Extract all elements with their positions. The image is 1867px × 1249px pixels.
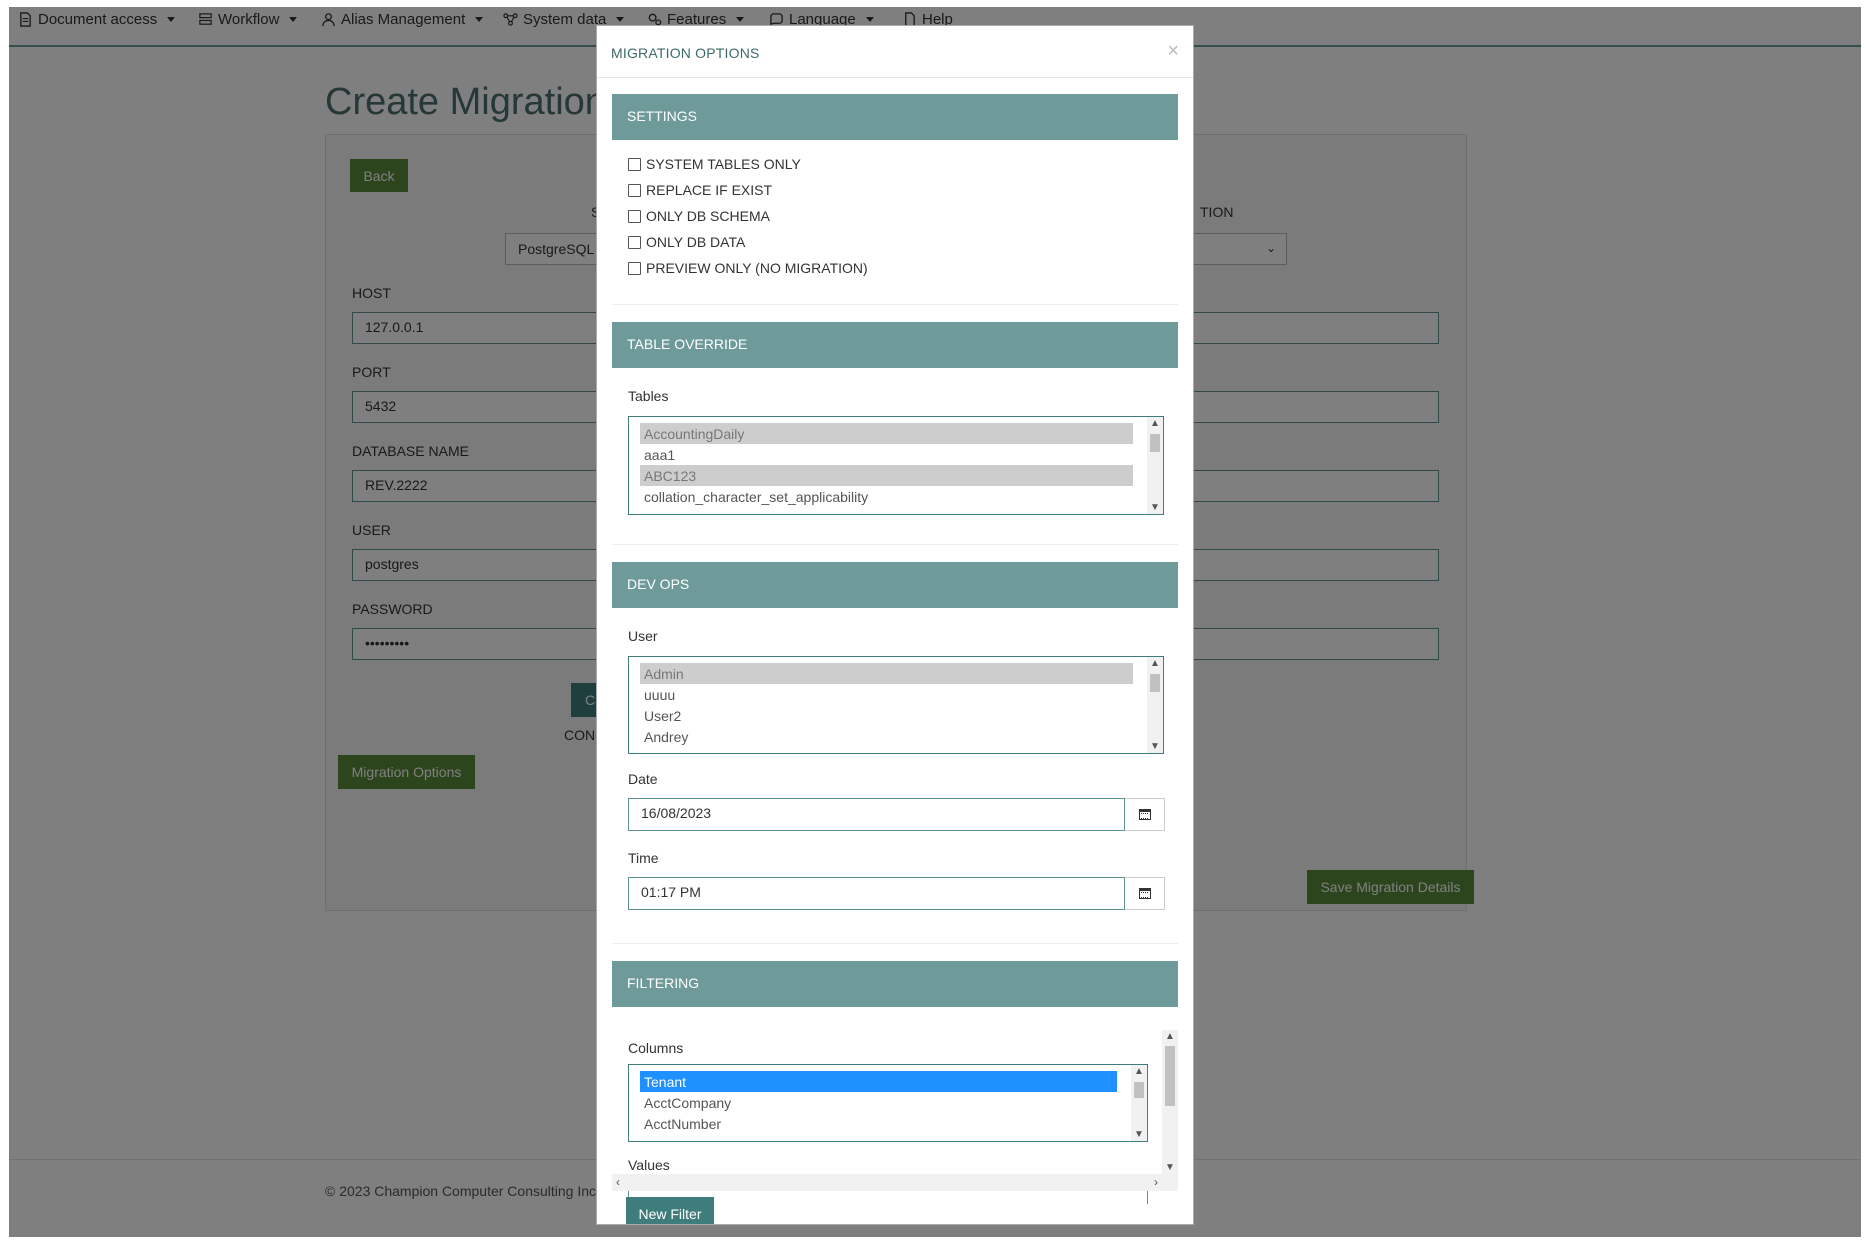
checkbox-only-db-schema[interactable]: ONLY DB SCHEMA: [628, 208, 770, 224]
scroll-thumb[interactable]: [1165, 1046, 1175, 1106]
scroll-thumb[interactable]: [1150, 674, 1160, 692]
listbox-scrollbar[interactable]: ▲ ▼: [1147, 657, 1163, 753]
checkbox-label: ONLY DB SCHEMA: [646, 208, 770, 224]
date-input[interactable]: 16/08/2023: [628, 798, 1125, 831]
scroll-left-icon[interactable]: ‹: [616, 1175, 620, 1189]
dev-ops-header: DEV OPS: [612, 562, 1178, 608]
checkbox-label: REPLACE IF EXIST: [646, 182, 773, 198]
tables-label: Tables: [628, 388, 669, 404]
app-window: Document access Workflow Alias Managemen…: [9, 7, 1861, 1237]
columns-listbox[interactable]: Tenant AcctCompany AcctNumber ▲ ▼: [628, 1064, 1148, 1142]
scroll-up-icon[interactable]: ▲: [1150, 418, 1160, 429]
checkbox-icon[interactable]: [628, 209, 641, 223]
list-item[interactable]: ABC123: [640, 465, 1133, 486]
calendar-icon: [1138, 809, 1151, 820]
modal-title: MIGRATION OPTIONS: [611, 45, 760, 61]
listbox-scrollbar[interactable]: ▲ ▼: [1131, 1065, 1147, 1141]
checkbox-icon[interactable]: [628, 235, 641, 249]
checkbox-preview-only[interactable]: PREVIEW ONLY (NO MIGRATION): [628, 260, 868, 276]
filtering-horizontal-scrollbar[interactable]: ‹ ›: [612, 1174, 1178, 1191]
scroll-thumb[interactable]: [1134, 1082, 1144, 1098]
values-label: Values: [628, 1157, 670, 1173]
checkbox-label: PREVIEW ONLY (NO MIGRATION): [646, 260, 868, 276]
columns-label: Columns: [628, 1040, 684, 1056]
scroll-down-icon[interactable]: ▼: [1134, 1129, 1144, 1140]
filtering-vertical-scrollbar[interactable]: ▲ ▼: [1162, 1030, 1178, 1174]
checkbox-label: SYSTEM TABLES ONLY: [646, 156, 801, 172]
list-item[interactable]: uuuu: [640, 684, 1133, 705]
scroll-down-icon[interactable]: ▼: [1165, 1162, 1175, 1173]
scroll-up-icon[interactable]: ▲: [1165, 1031, 1175, 1042]
checkbox-only-db-data[interactable]: ONLY DB DATA: [628, 234, 745, 250]
list-item[interactable]: AccountingDaily: [640, 423, 1133, 444]
list-item[interactable]: AcctNumber: [640, 1113, 1117, 1134]
list-item[interactable]: Andrey: [640, 726, 1133, 747]
list-item[interactable]: aaa1: [640, 444, 1133, 465]
modal-header: MIGRATION OPTIONS ×: [597, 26, 1193, 78]
checkbox-icon[interactable]: [628, 157, 641, 171]
list-item[interactable]: Admin: [640, 663, 1133, 684]
scroll-right-icon[interactable]: ›: [1154, 1175, 1158, 1189]
tables-listbox[interactable]: AccountingDaily aaa1 ABC123 collation_ch…: [628, 416, 1164, 515]
list-item[interactable]: Tenant: [640, 1071, 1117, 1092]
section-divider: [612, 544, 1178, 545]
checkbox-system-tables-only[interactable]: SYSTEM TABLES ONLY: [628, 156, 801, 172]
checkbox-icon[interactable]: [628, 183, 641, 197]
table-override-header: TABLE OVERRIDE: [612, 322, 1178, 368]
list-item[interactable]: User2: [640, 705, 1133, 726]
filtering-header: FILTERING: [612, 961, 1178, 1007]
scroll-up-icon[interactable]: ▲: [1150, 658, 1160, 669]
list-item[interactable]: AcctCompany: [640, 1092, 1117, 1113]
new-filter-button[interactable]: New Filter: [626, 1197, 714, 1224]
date-picker-button[interactable]: [1125, 798, 1165, 831]
calendar-icon: [1138, 888, 1151, 899]
time-input[interactable]: 01:17 PM: [628, 877, 1125, 910]
users-listbox[interactable]: Admin uuuu User2 Andrey ▲ ▼: [628, 656, 1164, 754]
scroll-up-icon[interactable]: ▲: [1134, 1066, 1144, 1077]
date-label: Date: [628, 771, 658, 787]
list-item[interactable]: collation_character_set_applicability: [640, 486, 1133, 507]
scroll-thumb[interactable]: [1150, 434, 1160, 452]
devops-user-label: User: [628, 628, 658, 644]
time-picker-button[interactable]: [1125, 877, 1165, 910]
time-label: Time: [628, 850, 659, 866]
checkbox-icon[interactable]: [628, 261, 641, 275]
scroll-down-icon[interactable]: ▼: [1150, 502, 1160, 513]
checkbox-label: ONLY DB DATA: [646, 234, 746, 250]
listbox-scrollbar[interactable]: ▲ ▼: [1147, 417, 1163, 514]
migration-options-modal: MIGRATION OPTIONS × SETTINGS SYSTEM TABL…: [596, 25, 1194, 1225]
settings-header: SETTINGS: [612, 94, 1178, 140]
close-icon[interactable]: ×: [1167, 40, 1179, 63]
section-divider: [612, 304, 1178, 305]
checkbox-replace-if-exist[interactable]: REPLACE IF EXIST: [628, 182, 772, 198]
scroll-down-icon[interactable]: ▼: [1150, 741, 1160, 752]
section-divider: [612, 943, 1178, 944]
